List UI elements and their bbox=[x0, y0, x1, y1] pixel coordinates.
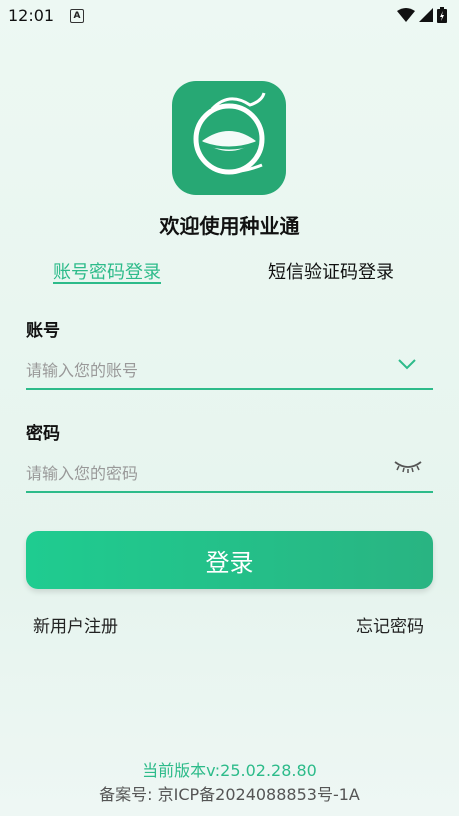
chevron-down-icon[interactable] bbox=[397, 357, 417, 371]
password-underline bbox=[26, 491, 433, 493]
active-tab-indicator bbox=[53, 282, 161, 284]
app-logo bbox=[172, 81, 286, 195]
status-time: 12:01 bbox=[8, 6, 55, 25]
password-label: 密码 bbox=[26, 424, 60, 444]
signal-icon bbox=[419, 8, 433, 22]
status-icons bbox=[397, 7, 447, 23]
password-input[interactable] bbox=[26, 464, 396, 483]
tab-password-login[interactable]: 账号密码登录 bbox=[53, 258, 161, 284]
icp-record: 备案号: 京ICP备2024088853号-1A bbox=[99, 785, 360, 804]
forgot-password-link[interactable]: 忘记密码 bbox=[356, 612, 424, 637]
tab-sms-login[interactable]: 短信验证码登录 bbox=[268, 258, 394, 284]
login-button[interactable]: 登录 bbox=[26, 531, 433, 589]
account-input[interactable] bbox=[26, 361, 396, 380]
wifi-icon bbox=[397, 8, 415, 22]
app-version: 当前版本v:25.02.28.80 bbox=[142, 761, 317, 780]
battery-icon bbox=[437, 7, 447, 23]
eye-closed-icon[interactable] bbox=[393, 458, 423, 474]
register-link[interactable]: 新用户注册 bbox=[33, 612, 118, 637]
status-bar: 12:01 A bbox=[0, 0, 459, 30]
globe-leaf-logo-icon bbox=[193, 92, 266, 175]
account-underline bbox=[26, 388, 433, 390]
account-label: 账号 bbox=[26, 321, 60, 341]
app-title: 欢迎使用种业通 bbox=[159, 214, 300, 238]
notification-a-icon: A bbox=[70, 9, 84, 23]
